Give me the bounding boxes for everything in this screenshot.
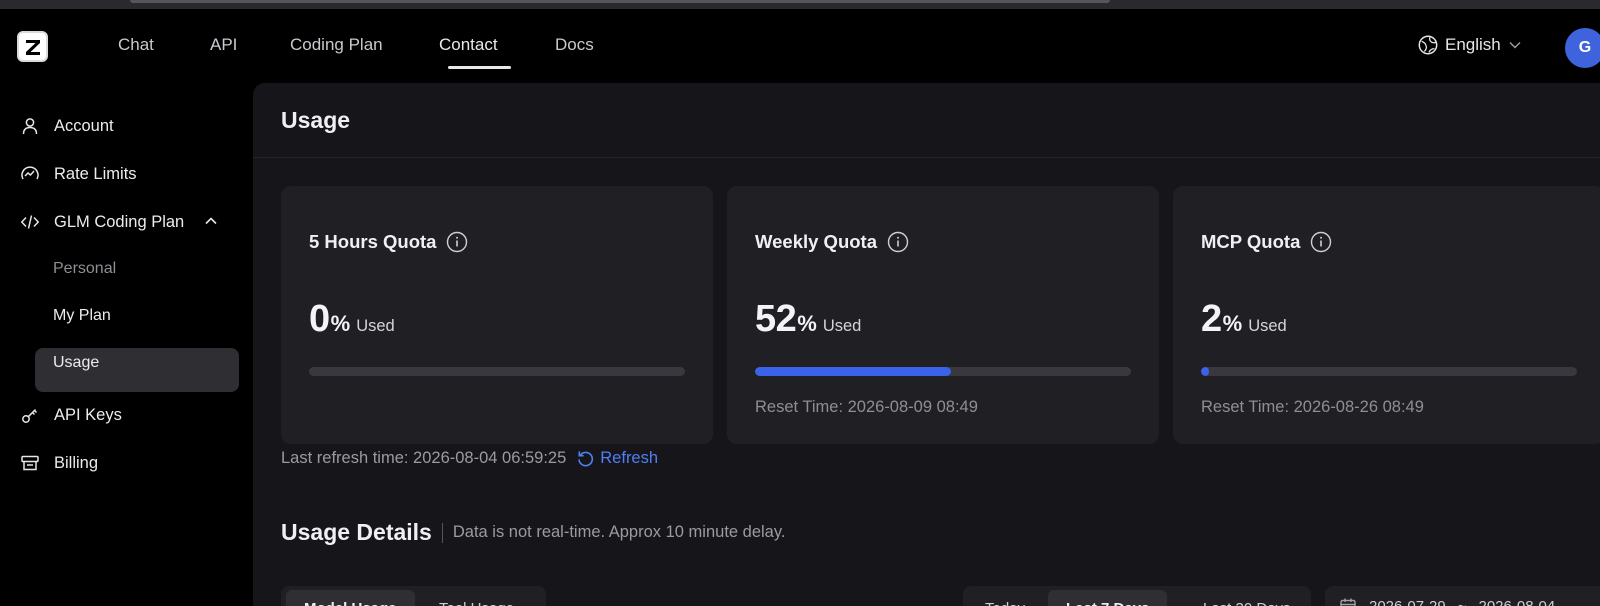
tab-today[interactable]: Today [967,590,1043,606]
globe-icon [1418,35,1438,55]
quota-percent: 2 % Used [1201,298,1287,341]
chevron-down-icon [1509,42,1521,49]
sidebar-item-glm-coding-plan[interactable]: GLM Coding Plan [20,212,184,232]
quota-used-label: Used [822,317,862,335]
quota-used-label: Used [1248,317,1287,335]
refresh-button[interactable]: Refresh [576,449,658,468]
quota-card-5-hours: 5 Hours Quota 0 % Used [281,186,713,444]
info-icon[interactable] [887,231,909,253]
divider [441,522,443,543]
browser-tab-strip [130,0,1110,3]
sidebar-item-billing[interactable]: Billing [20,453,98,473]
browser-chrome-strip [0,0,1600,9]
logo-z-icon [25,39,40,55]
quota-card-mcp: MCP Quota 2 % Used Reset Time: 2026-08-2… [1173,186,1600,444]
quota-percent-value: 52 [755,298,797,340]
sidebar: Account Rate Limits GLM Coding Plan Pers… [0,83,252,606]
tab-model-usage[interactable]: Model Usage [286,590,415,606]
language-label: English [1445,35,1501,54]
quota-percent-sign: % [1222,311,1243,336]
top-navigation: Chat API Coding Plan Contact Docs Englis… [0,9,1600,83]
page-title: Usage [281,107,351,133]
calendar-icon [1340,598,1356,606]
avatar[interactable]: G [1565,28,1600,68]
nav-link-docs[interactable]: Docs [555,35,594,55]
usage-view-tabs: Model Usage Tool Usage [281,586,546,606]
quota-used-label: Used [356,317,395,335]
sidebar-subitem-personal[interactable]: Personal [53,260,116,278]
quota-percent-sign: % [330,311,351,336]
tab-tool-usage[interactable]: Tool Usage [421,590,532,606]
quota-percent-value: 2 [1201,298,1222,340]
quota-card-title: Weekly Quota [755,231,909,253]
sidebar-item-label: GLM Coding Plan [54,212,185,231]
chevron-up-icon[interactable] [205,217,217,225]
usage-details-title: Usage Details [281,519,432,545]
nav-link-chat[interactable]: Chat [118,35,154,55]
info-icon[interactable] [1310,231,1332,253]
quota-reset-time: Reset Time: 2026-08-09 08:49 [755,398,978,416]
user-icon [22,118,38,135]
sidebar-item-label: API Keys [54,405,122,424]
sidebar-item-account[interactable]: Account [20,116,114,136]
quota-card-title: 5 Hours Quota [309,231,468,253]
usage-details-header: Usage Details Data is not real-time. App… [281,519,785,546]
refresh-button-label: Refresh [600,449,659,467]
quota-card-weekly: Weekly Quota 52 % Used Reset Time: 2026-… [727,186,1159,444]
quota-title-text: MCP Quota [1201,231,1301,252]
quota-progress-bar [755,367,1131,376]
sidebar-item-label: Rate Limits [54,164,137,183]
main-header: Usage [253,83,1600,158]
gauge-icon [21,166,39,180]
quota-progress-bar [309,367,685,376]
quota-percent: 0 % Used [309,298,395,341]
range-tabs: Today Last 7 Days Last 30 Days [963,586,1311,606]
refresh-icon [578,451,594,467]
quota-progress-bar [1201,367,1577,376]
sidebar-item-label: Billing [54,453,99,472]
sidebar-item-label: Account [54,116,114,135]
logo[interactable] [17,31,48,62]
sidebar-subitem-usage[interactable]: Usage [53,354,99,372]
date-from: 2026-07-29 [1369,597,1446,606]
quota-title-text: Weekly Quota [755,231,878,252]
key-icon [22,408,38,423]
nav-link-coding-plan[interactable]: Coding Plan [290,35,383,55]
quota-progress-fill [1201,367,1209,376]
info-icon[interactable] [446,231,468,253]
tab-last-30-days[interactable]: Last 30 Days [1185,590,1309,606]
billing-icon [21,455,39,471]
main-panel: Usage 5 Hours Quota 0 % Used Weekly Quot… [253,83,1600,606]
language-selector[interactable]: English [1417,34,1521,56]
nav-link-contact[interactable]: Contact [439,35,498,55]
quota-title-text: 5 Hours Quota [309,231,437,252]
refresh-row: Last refresh time: 2026-08-04 06:59:25 R… [281,449,658,468]
nav-link-api[interactable]: API [210,35,237,55]
tab-last-7-days[interactable]: Last 7 Days [1048,590,1168,606]
quota-card-title: MCP Quota [1201,231,1332,253]
last-refresh-time: Last refresh time: 2026-08-04 06:59:25 [281,449,567,467]
sidebar-item-rate-limits[interactable]: Rate Limits [20,164,137,184]
quota-progress-fill [755,367,951,376]
quota-percent-value: 0 [309,298,330,340]
code-icon [20,215,40,229]
sidebar-subitem-my-plan[interactable]: My Plan [53,307,111,325]
date-to: 2026-08-04 [1478,597,1556,606]
quota-percent: 52 % Used [755,298,861,341]
date-separator: ~ [1457,597,1467,606]
nav-active-underline [448,66,511,69]
quota-percent-sign: % [797,311,817,336]
usage-details-note: Data is not real-time. Approx 10 minute … [452,523,786,541]
sidebar-item-api-keys[interactable]: API Keys [20,405,122,425]
quota-reset-time: Reset Time: 2026-08-26 08:49 [1201,398,1424,416]
date-range-picker[interactable]: 2026-07-29 ~ 2026-08-04 [1325,586,1600,606]
